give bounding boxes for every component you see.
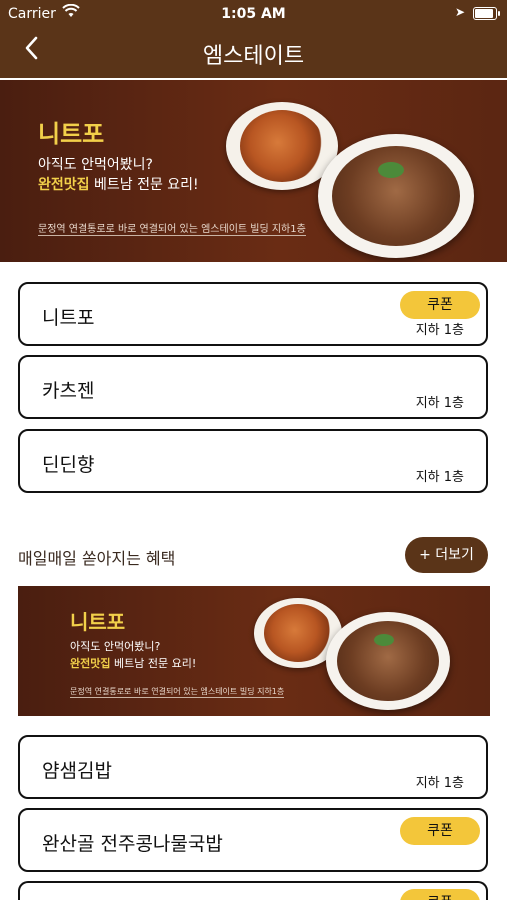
store-card-katsuzen[interactable]: 카츠젠 지하 1층 [18, 355, 488, 419]
coupon-badge[interactable]: 쿠폰 [400, 817, 480, 845]
store-card-wansangol[interactable]: 완산골 전주콩나물국밥 쿠폰 [18, 808, 488, 872]
more-button[interactable]: + 더보기 [405, 537, 488, 573]
store-card-yamsaem[interactable]: 얌샘김밥 지하 1층 [18, 735, 488, 799]
banner-brand: 니트포 [38, 120, 105, 148]
store-floor: 지하 1층 [415, 396, 464, 411]
battery-icon [473, 7, 500, 20]
promo-banner-2[interactable]: 니트포 아직도 안먹어봤니? 완전맛집 베트남 전문 요리! 문정역 연결통로로… [18, 586, 490, 716]
store-card-partial[interactable]: 쿠폰 [18, 881, 488, 900]
store-card-dindinhyang[interactable]: 딘딘향 지하 1층 [18, 429, 488, 493]
store-floor: 지하 1층 [415, 776, 464, 791]
banner-line2-rest: 베트남 전문 요리! [110, 657, 197, 670]
store-name: 딘딘향 [42, 454, 95, 476]
store-name: 카츠젠 [42, 380, 95, 402]
pho-bowl-image [318, 134, 474, 258]
pho-bowl-image [326, 612, 450, 710]
banner-highlight: 완전맛집 [38, 177, 90, 193]
promo-banner[interactable]: 니트포 아직도 안먹어봤니? 완전맛집 베트남 전문 요리! 문정역 연결통로로… [0, 80, 507, 262]
nav-bar: 엠스테이트 [0, 28, 507, 78]
section-title: 매일매일 쏟아지는 혜택 [18, 549, 176, 568]
location-arrow-icon: ➤ [454, 5, 465, 19]
store-card-nitpo[interactable]: 니트포 쿠폰 지하 1층 [18, 282, 488, 346]
banner-brand: 니트포 [70, 610, 126, 634]
banner-highlight: 완전맛집 [70, 657, 111, 670]
top-bar: Carrier 1:05 AM ➤ 엠스테이트 [0, 0, 507, 78]
status-time: 1:05 AM [221, 6, 286, 22]
store-floor: 지하 1층 [415, 323, 464, 338]
store-name: 완산골 전주콩나물국밥 [42, 833, 223, 855]
banner-line2: 완전맛집 베트남 전문 요리! [70, 655, 196, 671]
store-floor: 지하 1층 [415, 470, 464, 485]
store-name: 얌샘김밥 [42, 760, 112, 782]
status-bar: Carrier 1:05 AM ➤ [0, 0, 507, 28]
banner-line1: 아직도 안먹어봤니? [70, 640, 161, 653]
banner-note: 문정역 연결통로로 바로 연결되어 있는 엠스테이트 빌딩 지하1층 [70, 687, 285, 698]
banner-line2: 완전맛집 베트남 전문 요리! [38, 174, 199, 194]
coupon-badge[interactable]: 쿠폰 [400, 889, 480, 900]
banner-line1: 아직도 안먹어봤니? [38, 157, 153, 173]
page-title: 엠스테이트 [202, 44, 305, 69]
banner-line2-rest: 베트남 전문 요리! [89, 177, 199, 193]
coupon-badge[interactable]: 쿠폰 [400, 291, 480, 319]
banner-note: 문정역 연결통로로 바로 연결되어 있는 엠스테이트 빌딩 지하1층 [38, 220, 306, 236]
store-name: 니트포 [42, 307, 95, 329]
